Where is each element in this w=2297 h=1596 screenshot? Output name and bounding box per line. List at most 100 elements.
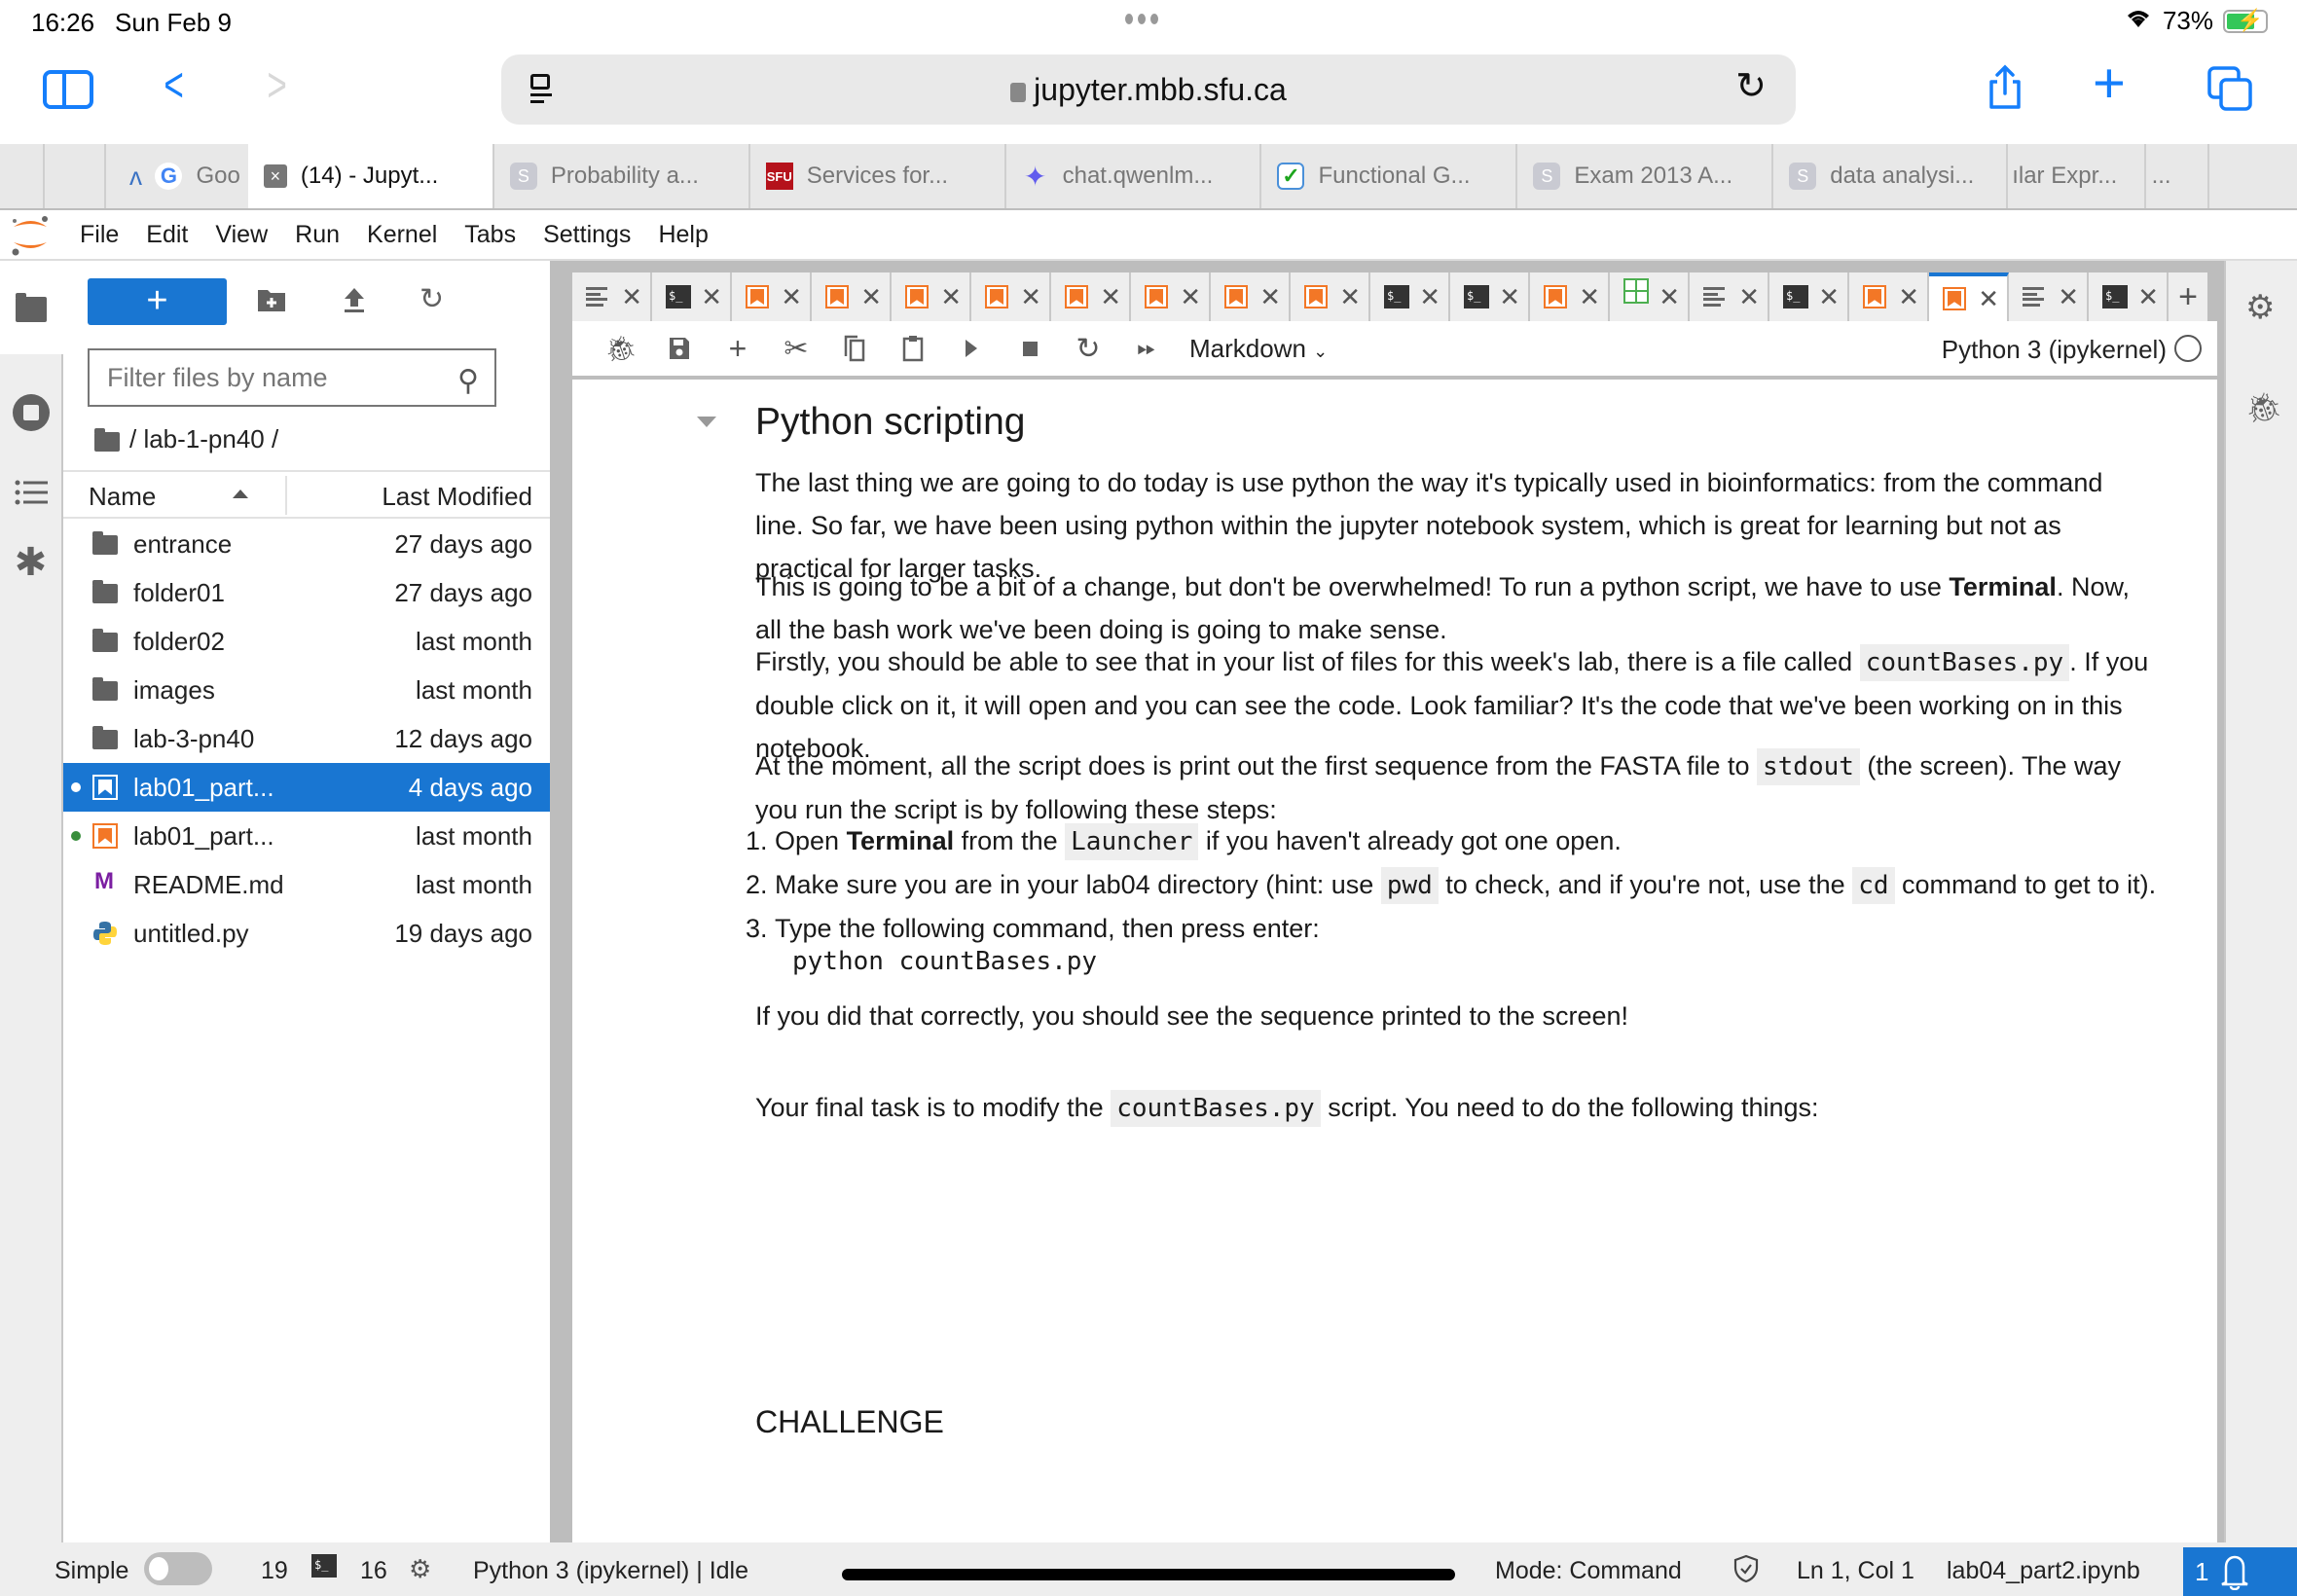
copy-button[interactable] — [825, 329, 884, 368]
close-tab-icon[interactable]: ✕ — [1020, 282, 1041, 312]
file-row[interactable]: entrance 27 days ago — [63, 520, 550, 568]
close-tab-icon[interactable]: ✕ — [2058, 282, 2079, 312]
doc-tab-active[interactable]: ✕ — [1929, 272, 2009, 321]
close-tab-icon[interactable]: ✕ — [1180, 282, 1201, 312]
doc-tab[interactable]: ✕ — [2009, 272, 2089, 321]
debugger-button[interactable]: 🐞︎ — [592, 329, 650, 368]
paste-button[interactable] — [884, 329, 942, 368]
close-tab-icon[interactable]: ✕ — [1579, 282, 1600, 312]
file-row-selected[interactable]: lab01_part... 4 days ago — [63, 763, 550, 812]
kernel-status[interactable]: Python 3 (ipykernel) | Idle — [473, 1557, 748, 1585]
doc-tab[interactable]: ✕ — [1131, 272, 1211, 321]
file-row[interactable]: M README.md last month — [63, 860, 550, 909]
close-tab-icon[interactable]: ✕ — [1339, 282, 1361, 312]
close-tab-icon[interactable]: ✕ — [1898, 282, 1919, 312]
column-last-modified[interactable]: Last Modified — [382, 482, 532, 512]
close-tab-icon[interactable]: ✕ — [701, 282, 722, 312]
add-tab-button[interactable]: + — [2169, 272, 2207, 321]
filter-files-input[interactable] — [88, 348, 496, 407]
doc-tab[interactable]: $_ ✕ — [1769, 272, 1849, 321]
menu-run[interactable]: Run — [295, 221, 340, 249]
file-row[interactable]: folder01 27 days ago — [63, 568, 550, 617]
breadcrumb[interactable]: / lab-1-pn40 / — [94, 424, 278, 454]
doc-tab[interactable]: ✕ — [1610, 272, 1690, 321]
more-tabs[interactable]: ... — [2146, 144, 2210, 208]
doc-tab[interactable]: $_ ✕ — [2089, 272, 2169, 321]
restart-kernel-button[interactable]: ↻ — [1059, 329, 1117, 368]
browser-tab-active[interactable]: × (14) - Jupyt... — [247, 144, 494, 208]
browser-tab[interactable]: S Probability a... — [494, 144, 750, 208]
run-button[interactable] — [942, 329, 1001, 368]
doc-tab[interactable]: ✕ — [971, 272, 1051, 321]
trusted-shield-icon[interactable] — [1732, 1554, 1760, 1590]
doc-tab[interactable]: ✕ — [1690, 272, 1769, 321]
new-launcher-button[interactable]: + — [88, 278, 227, 325]
doc-tab[interactable]: ✕ — [1530, 272, 1610, 321]
cut-button[interactable]: ✂ — [767, 329, 825, 368]
menu-file[interactable]: File — [80, 221, 119, 249]
doc-tab[interactable]: ✕ — [812, 272, 892, 321]
close-tab-icon[interactable]: ✕ — [1499, 282, 1520, 312]
close-tab-icon[interactable]: ✕ — [1100, 282, 1121, 312]
interrupt-button[interactable] — [1001, 329, 1059, 368]
browser-tab[interactable]: ✓ Functional G... — [1261, 144, 1518, 208]
doc-tab[interactable]: $_ ✕ — [1370, 272, 1450, 321]
share-button[interactable] — [1986, 64, 2021, 109]
pinned-tab[interactable] — [0, 144, 45, 208]
address-bar[interactable]: jupyter.mbb.sfu.ca ↻ — [501, 54, 1796, 125]
file-row[interactable]: lab-3-pn40 12 days ago — [63, 714, 550, 763]
insert-cell-button[interactable]: + — [709, 329, 767, 368]
property-inspector-tab[interactable]: ⚙ — [2245, 288, 2275, 327]
panel-splitter[interactable] — [550, 261, 565, 1542]
close-tab-icon[interactable]: ✕ — [1818, 282, 1840, 312]
sidebar-toggle-button[interactable] — [43, 70, 93, 109]
file-row[interactable]: folder02 last month — [63, 617, 550, 666]
menu-view[interactable]: View — [215, 221, 268, 249]
close-tab-icon[interactable]: ✕ — [1659, 282, 1680, 312]
close-tab-icon[interactable]: ✕ — [1738, 282, 1760, 312]
doc-tab[interactable]: ✕ — [732, 272, 812, 321]
debugger-tab[interactable]: 🐞︎ — [2245, 391, 2282, 425]
close-tab-icon[interactable]: × — [263, 164, 287, 188]
doc-tab[interactable]: $_ ✕ — [652, 272, 732, 321]
save-button[interactable] — [650, 329, 709, 368]
browser-tab[interactable]: S Exam 2013 A... — [1517, 144, 1774, 208]
terminal-count[interactable]: 19 — [261, 1557, 288, 1585]
close-tab-icon[interactable]: ✕ — [1259, 282, 1281, 312]
file-row[interactable]: lab01_part... last month — [63, 812, 550, 860]
doc-tab[interactable]: $_ ✕ — [1450, 272, 1530, 321]
menu-tabs[interactable]: Tabs — [464, 221, 516, 249]
browser-tab[interactable]: ʌ G Goo — [106, 144, 247, 208]
menu-edit[interactable]: Edit — [146, 221, 188, 249]
close-tab-icon[interactable]: ✕ — [781, 282, 802, 312]
menu-kernel[interactable]: Kernel — [367, 221, 437, 249]
browser-tab[interactable] — [2209, 144, 2297, 208]
upload-button[interactable] — [342, 286, 375, 317]
close-tab-icon[interactable]: ✕ — [940, 282, 962, 312]
cursor-position[interactable]: Ln 1, Col 1 — [1797, 1557, 1914, 1585]
multitasking-dots[interactable] — [1125, 14, 1158, 24]
browser-tab[interactable]: ılar Expr... — [2008, 144, 2146, 208]
reload-icon[interactable]: ↻ — [1735, 64, 1767, 108]
pinned-tab[interactable] — [45, 144, 107, 208]
notebook-content[interactable]: Python scripting The last thing we are g… — [572, 380, 2217, 1542]
file-row[interactable]: images last month — [63, 666, 550, 714]
menu-help[interactable]: Help — [658, 221, 708, 249]
kernel-count[interactable]: 16 — [360, 1557, 387, 1585]
new-tab-button[interactable]: + — [2093, 51, 2126, 116]
forward-button[interactable]: > — [267, 56, 286, 113]
menu-settings[interactable]: Settings — [543, 221, 631, 249]
file-browser-tab[interactable] — [0, 261, 63, 354]
doc-tab[interactable]: ✕ — [572, 272, 652, 321]
close-tab-icon[interactable]: ✕ — [2137, 282, 2159, 312]
doc-tab[interactable]: ✕ — [1211, 272, 1291, 321]
tab-overview-button[interactable] — [2207, 66, 2252, 111]
doc-tab[interactable]: ✕ — [1849, 272, 1929, 321]
doc-tab[interactable]: ✕ — [1051, 272, 1131, 321]
file-row[interactable]: untitled.py 19 days ago — [63, 909, 550, 958]
browser-tab[interactable]: ✦ chat.qwenlm... — [1006, 144, 1262, 208]
browser-tab[interactable]: SFU Services for... — [750, 144, 1006, 208]
cell-type-dropdown[interactable]: Markdown ⌄ — [1189, 334, 1328, 364]
doc-tab[interactable]: ✕ — [892, 272, 971, 321]
simple-mode-toggle[interactable] — [144, 1552, 212, 1585]
